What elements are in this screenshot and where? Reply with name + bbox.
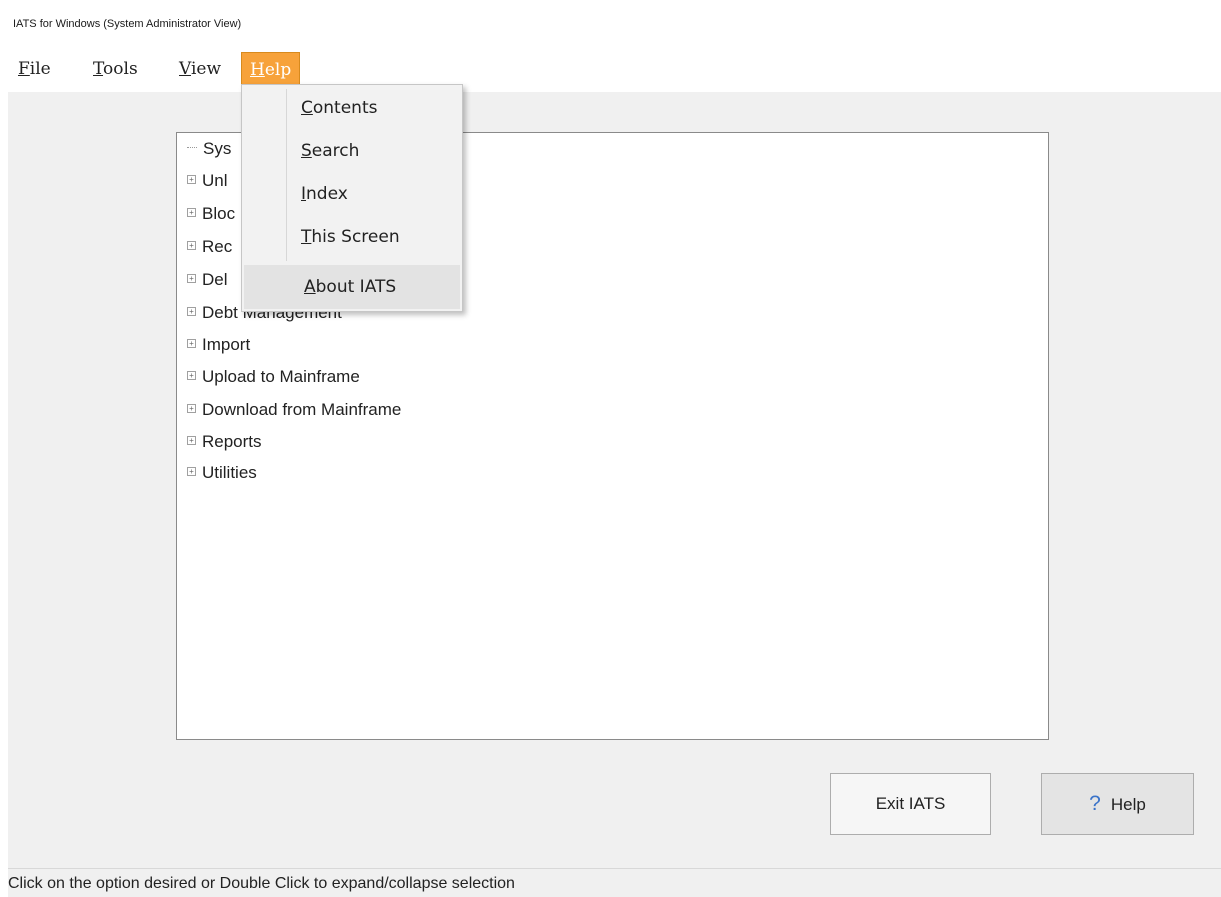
menu-item-this-screen-label: his Screen [311,227,400,247]
menu-tools-label: ools [103,59,138,79]
expand-icon[interactable]: + [187,371,196,381]
tree-item-label: Bloc [202,204,236,223]
menu-item-about-accel: A [304,277,316,297]
menu-file-accel: F [18,59,30,79]
help-button-label: Help [1110,795,1146,814]
menu-tools-accel: T [93,59,104,79]
menu-help-accel: H [250,60,265,80]
tree-item-bloc[interactable]: + Bloc [187,200,235,228]
menu-help[interactable]: Help [241,52,301,88]
menu-item-contents-accel: C [301,98,313,118]
tree-item-label: Utilities [202,463,257,482]
menu-view-label: iew [190,59,222,79]
tree-item-del[interactable]: + Del [187,266,228,294]
tree-item-download-from-mainframe[interactable]: + Download from Mainframe [187,396,401,424]
question-mark-icon: ? [1089,792,1101,815]
menu-item-index-label: ndex [306,184,348,204]
tree-item-label: Sys [203,139,232,158]
help-dropdown-menu: Contents Search Index This Screen About … [241,84,463,312]
expand-icon[interactable]: + [187,436,196,446]
menu-item-contents-label: ontents [312,98,378,118]
tree-item-label: Unl [202,171,228,190]
menu-view[interactable]: View [173,52,227,86]
tree-item-label: Download from Mainframe [202,400,402,419]
menu-item-index[interactable]: Index [244,175,460,213]
tree-item-sys[interactable]: Sys [187,135,231,163]
app-window: IATS for Windows (System Administrator V… [8,8,1221,897]
tree-item-label: Reports [202,432,262,451]
expand-icon[interactable]: + [187,307,196,317]
expand-icon[interactable]: + [187,339,196,349]
tree-connector [187,146,197,149]
menu-file-label: ile [29,59,51,79]
menu-item-search-label: earch [311,141,360,161]
tree-item-utilities[interactable]: + Utilities [187,459,257,487]
expand-icon[interactable]: + [187,241,196,251]
menu-view-accel: V [179,59,191,79]
help-button[interactable]: ? Help [1041,773,1194,835]
status-text: Click on the option desired or Double Cl… [8,875,515,892]
exit-button-label: Exit IATS [875,794,946,813]
menu-item-this-screen-accel: T [301,227,312,247]
exit-button[interactable]: Exit IATS [830,773,991,835]
tree-item-unl[interactable]: + Unl [187,167,228,195]
menu-item-search-accel: S [301,141,312,161]
menu-item-contents[interactable]: Contents [244,89,460,127]
expand-icon[interactable]: + [187,467,196,477]
menu-item-about-iats[interactable]: About IATS [244,265,460,309]
menu-tools[interactable]: Tools [87,52,144,86]
tree-item-rec[interactable]: + Rec [187,233,232,261]
expand-icon[interactable]: + [187,175,196,185]
menu-item-about-label: bout IATS [315,277,397,297]
expand-icon[interactable]: + [187,208,196,218]
tree-item-label: Import [202,335,251,354]
window-title: IATS for Windows (System Administrator V… [13,18,242,30]
tree-item-label: Upload to Mainframe [202,367,360,386]
tree-item-import[interactable]: + Import [187,331,250,359]
tree-item-upload-to-mainframe[interactable]: + Upload to Mainframe [187,363,360,391]
menu-item-search[interactable]: Search [244,132,460,170]
status-bar: Click on the option desired or Double Cl… [8,868,1221,897]
expand-icon[interactable]: + [187,274,196,284]
tree-item-label: Del [202,270,228,289]
menu-item-this-screen[interactable]: This Screen [244,218,460,256]
tree-item-label: Rec [202,237,233,256]
tree-item-reports[interactable]: + Reports [187,428,262,456]
menu-file[interactable]: File [12,52,57,86]
title-bar: IATS for Windows (System Administrator V… [8,8,1221,42]
menu-help-label: elp [264,60,292,80]
expand-icon[interactable]: + [187,404,196,414]
